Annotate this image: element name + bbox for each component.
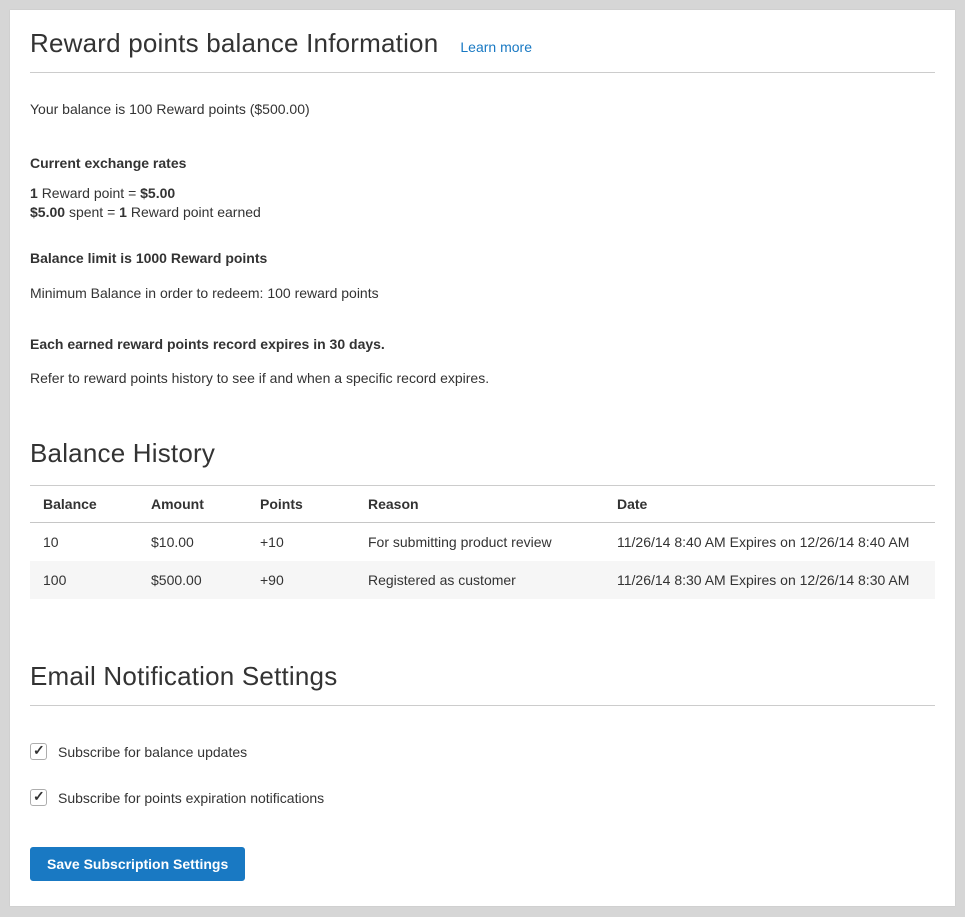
email-notification-section: Email Notification Settings Subscribe fo… bbox=[30, 661, 935, 881]
balance-limit: Balance limit is 1000 Reward points bbox=[30, 249, 935, 268]
cell-points: +10 bbox=[247, 523, 355, 562]
balance-history-table: Balance Amount Points Reason Date 10 $10… bbox=[30, 485, 935, 599]
save-subscription-settings-button[interactable]: Save Subscription Settings bbox=[30, 847, 245, 881]
balance-summary: Your balance is 100 Reward points ($500.… bbox=[30, 100, 935, 119]
balance-info-section: Your balance is 100 Reward points ($500.… bbox=[30, 100, 935, 388]
rate2-points: 1 bbox=[119, 204, 127, 220]
exchange-rates-heading: Current exchange rates bbox=[30, 154, 935, 173]
cell-reason: Registered as customer bbox=[355, 561, 604, 599]
cell-reason: For submitting product review bbox=[355, 523, 604, 562]
reward-points-card: Reward points balance Information Learn … bbox=[10, 10, 955, 906]
page-header: Reward points balance Information Learn … bbox=[30, 10, 935, 73]
cell-amount: $500.00 bbox=[138, 561, 247, 599]
table-row: 100 $500.00 +90 Registered as customer 1… bbox=[30, 561, 935, 599]
cell-balance: 100 bbox=[30, 561, 138, 599]
cell-date: 11/26/14 8:40 AM Expires on 12/26/14 8:4… bbox=[604, 523, 935, 562]
rate2-value: $5.00 bbox=[30, 204, 65, 220]
subscribe-balance-checkbox[interactable] bbox=[30, 743, 47, 760]
subscribe-expiration-checkbox[interactable] bbox=[30, 789, 47, 806]
email-notification-title: Email Notification Settings bbox=[30, 661, 935, 692]
expiry-note: Refer to reward points history to see if… bbox=[30, 369, 935, 388]
rate1-value: $5.00 bbox=[140, 185, 175, 201]
rate1-text: Reward point = bbox=[42, 185, 137, 201]
column-header-points: Points bbox=[247, 486, 355, 523]
page-title: Reward points balance Information bbox=[30, 28, 438, 59]
rate2-text2: Reward point earned bbox=[131, 204, 261, 220]
cell-amount: $10.00 bbox=[138, 523, 247, 562]
column-header-reason: Reason bbox=[355, 486, 604, 523]
email-notification-header: Email Notification Settings bbox=[30, 661, 935, 706]
balance-history-section: Balance History Balance Amount Points Re… bbox=[30, 438, 935, 599]
table-row: 10 $10.00 +10 For submitting product rev… bbox=[30, 523, 935, 562]
column-header-balance: Balance bbox=[30, 486, 138, 523]
table-header-row: Balance Amount Points Reason Date bbox=[30, 486, 935, 523]
subscribe-balance-row: Subscribe for balance updates bbox=[30, 743, 935, 760]
cell-balance: 10 bbox=[30, 523, 138, 562]
expiry-rule: Each earned reward points record expires… bbox=[30, 335, 935, 354]
exchange-rate-lines: 1 Reward point = $5.00 $5.00 spent = 1 R… bbox=[30, 184, 935, 222]
minimum-balance: Minimum Balance in order to redeem: 100 … bbox=[30, 284, 935, 303]
column-header-amount: Amount bbox=[138, 486, 247, 523]
column-header-date: Date bbox=[604, 486, 935, 523]
cell-points: +90 bbox=[247, 561, 355, 599]
subscribe-expiration-row: Subscribe for points expiration notifica… bbox=[30, 789, 935, 806]
rate1-points: 1 bbox=[30, 185, 38, 201]
cell-date: 11/26/14 8:30 AM Expires on 12/26/14 8:3… bbox=[604, 561, 935, 599]
subscribe-expiration-label[interactable]: Subscribe for points expiration notifica… bbox=[58, 790, 324, 806]
balance-history-title: Balance History bbox=[30, 438, 935, 469]
learn-more-link[interactable]: Learn more bbox=[460, 39, 532, 55]
subscribe-balance-label[interactable]: Subscribe for balance updates bbox=[58, 744, 247, 760]
rate2-text: spent = bbox=[69, 204, 115, 220]
